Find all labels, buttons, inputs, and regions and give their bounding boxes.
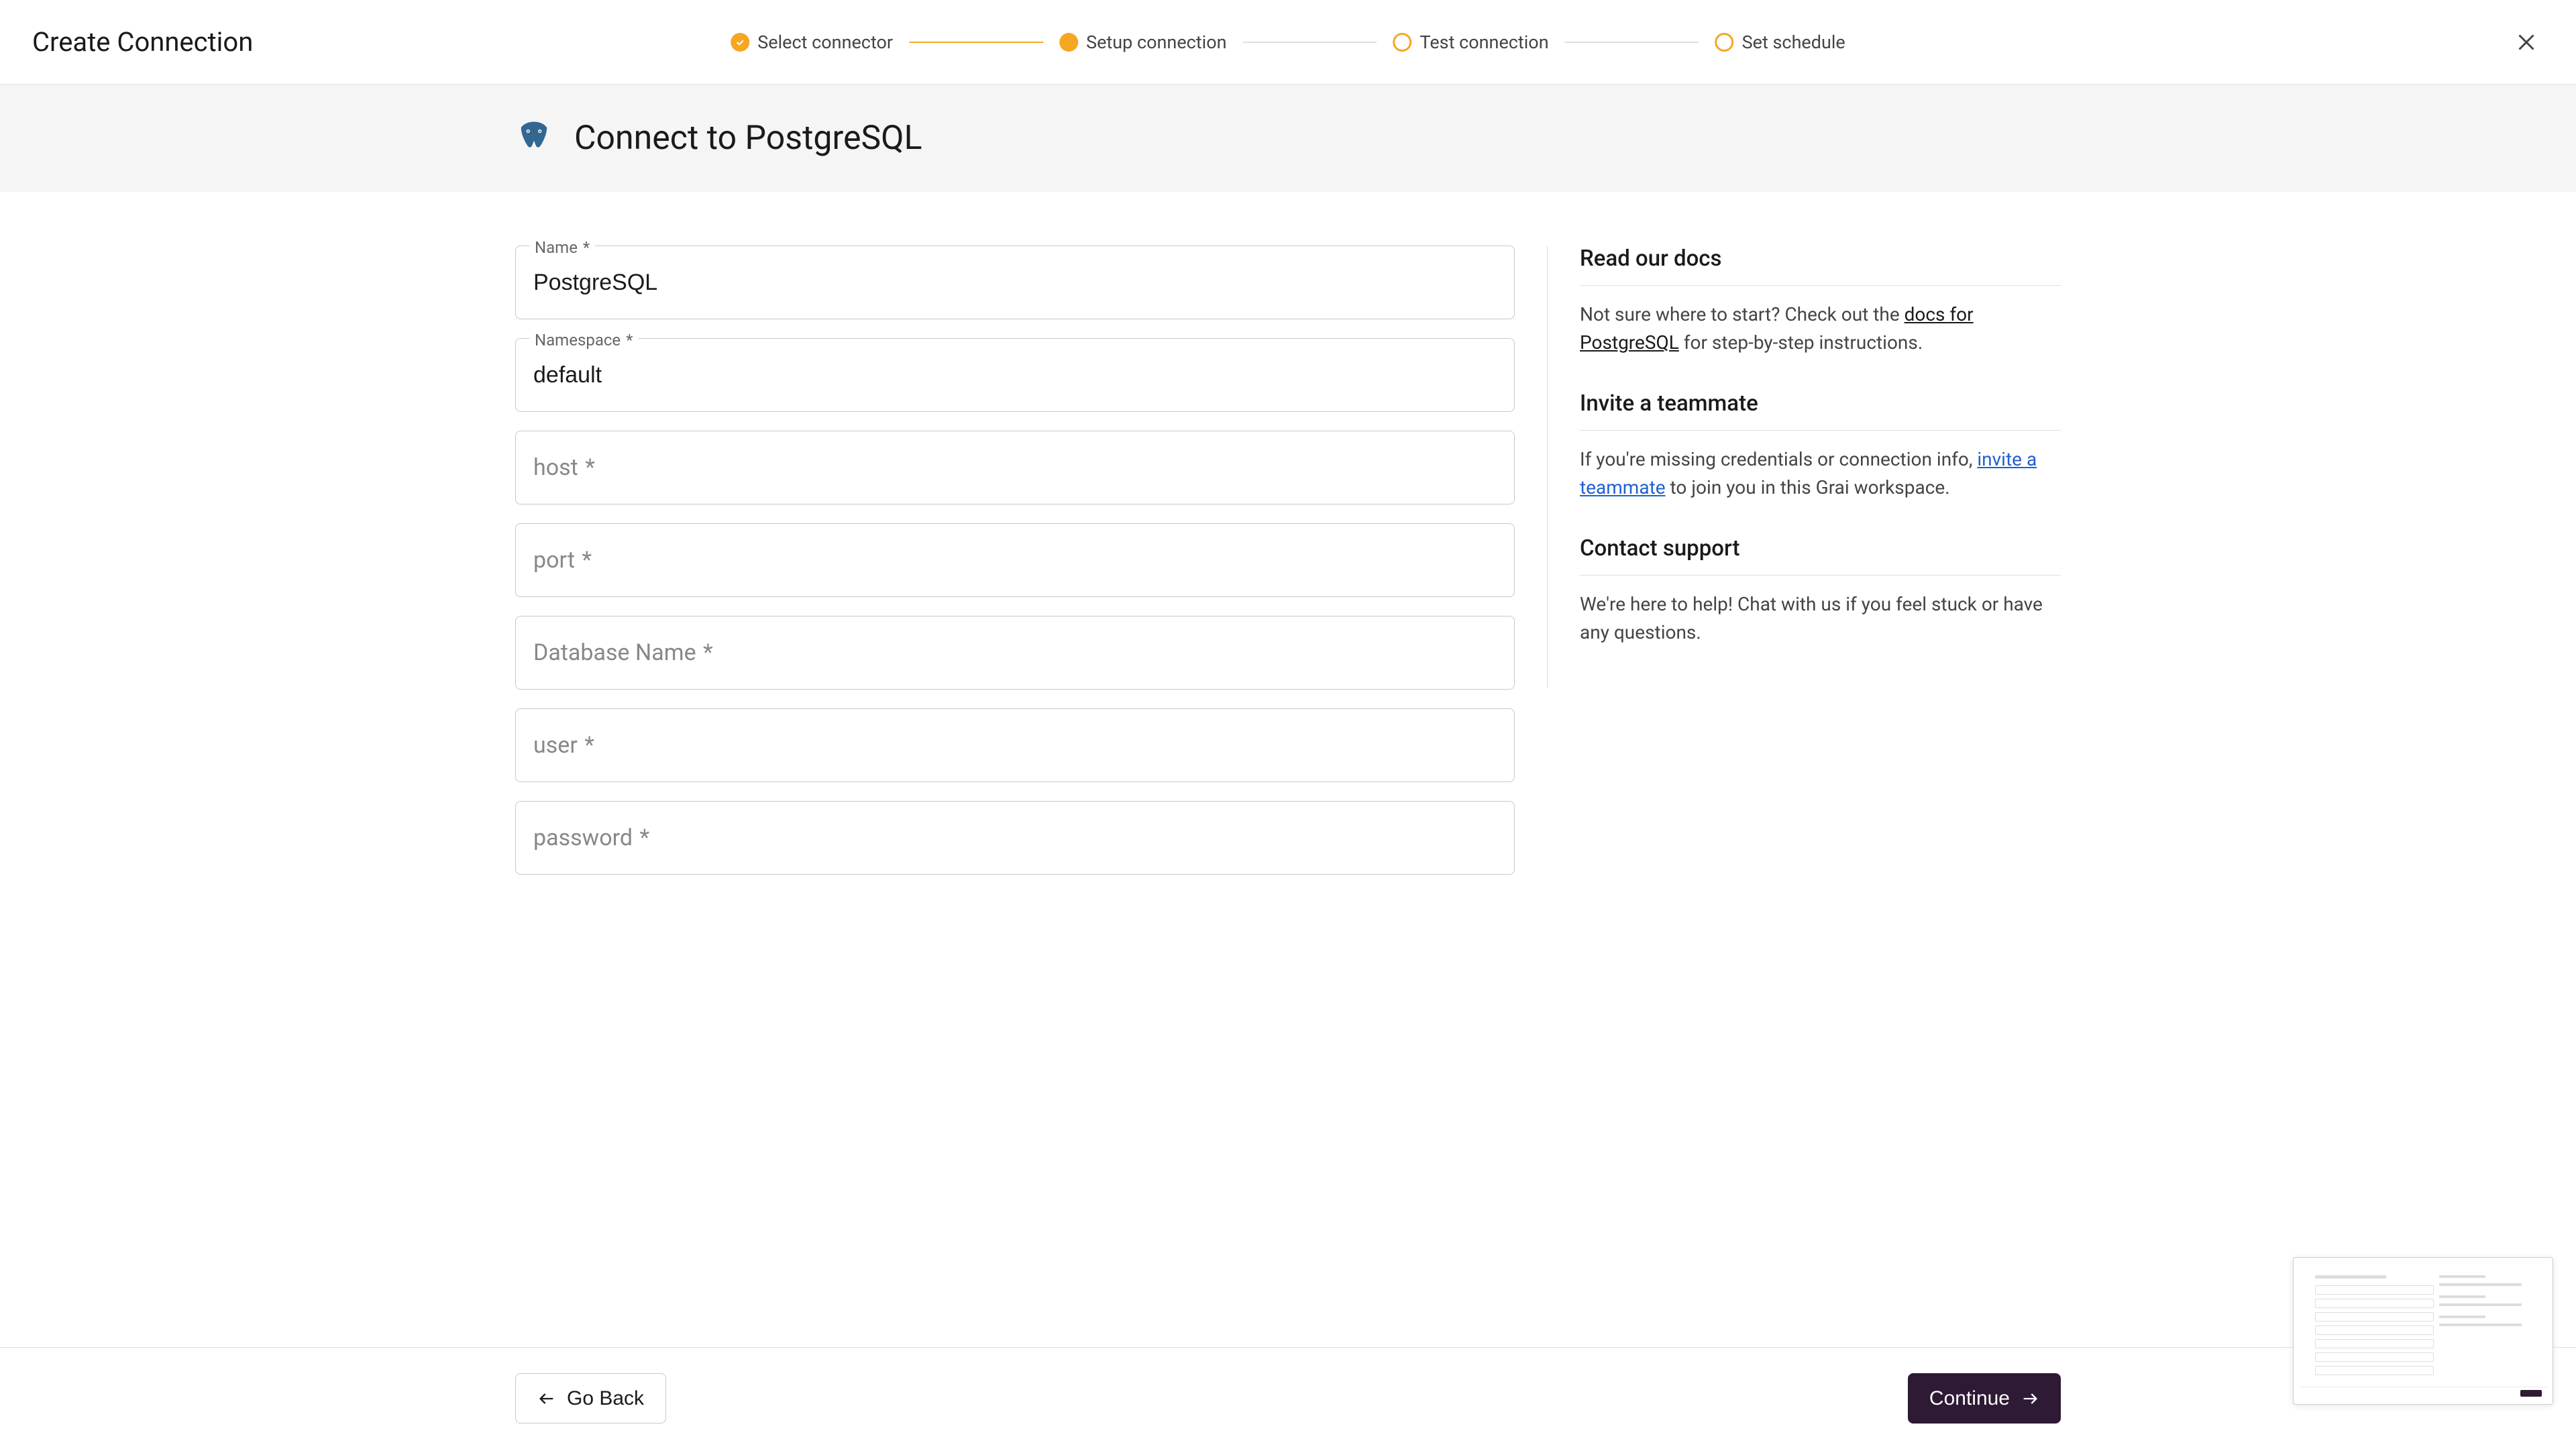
field-name: Name * — [515, 246, 1515, 319]
check-icon — [731, 33, 749, 52]
connector-title: Connect to PostgreSQL — [574, 119, 922, 158]
field-database-name: Database Name * — [515, 616, 1515, 690]
help-heading: Read our docs — [1580, 246, 2061, 286]
footer: Go Back Continue — [0, 1347, 2576, 1449]
preview-thumbnail[interactable] — [2293, 1257, 2553, 1405]
stepper: Select connector Setup connection Test c… — [731, 32, 1845, 53]
step-label: Select connector — [757, 32, 893, 53]
header: Create Connection Select connector Setup… — [0, 0, 2576, 85]
help-support-section: Contact support We're here to help! Chat… — [1580, 535, 2061, 647]
field-label: user * — [533, 732, 594, 759]
step-test-connection: Test connection — [1393, 32, 1549, 53]
help-heading: Contact support — [1580, 535, 2061, 576]
field-host: host * — [515, 431, 1515, 504]
step-dot-icon — [1059, 33, 1078, 52]
form-column: Name * Namespace * host * port * — [515, 246, 1515, 894]
step-connector — [1565, 42, 1699, 43]
field-label: Namespace * — [529, 331, 638, 350]
button-label: Go Back — [567, 1387, 644, 1410]
help-docs-section: Read our docs Not sure where to start? C… — [1580, 246, 2061, 357]
step-circle-icon — [1715, 33, 1734, 52]
field-label: Database Name * — [533, 639, 713, 666]
help-text: We're here to help! Chat with us if you … — [1580, 590, 2061, 647]
main-content: Name * Namespace * host * port * — [0, 192, 2576, 894]
namespace-input[interactable] — [533, 362, 1497, 388]
help-text: Not sure where to start? Check out the d… — [1580, 301, 2061, 357]
arrow-left-icon — [537, 1389, 556, 1408]
step-connector — [909, 42, 1043, 43]
field-label: Name * — [529, 238, 595, 257]
field-user: user * — [515, 708, 1515, 782]
step-select-connector: Select connector — [731, 32, 893, 53]
subheader: Connect to PostgreSQL — [0, 85, 2576, 192]
postgresql-icon — [515, 119, 553, 157]
help-text: If you're missing credentials or connect… — [1580, 445, 2061, 502]
help-invite-section: Invite a teammate If you're missing cred… — [1580, 390, 2061, 502]
name-input[interactable] — [533, 270, 1497, 296]
step-setup-connection: Setup connection — [1059, 32, 1226, 53]
close-button[interactable] — [2509, 25, 2544, 60]
step-label: Setup connection — [1086, 32, 1226, 53]
arrow-right-icon — [2021, 1389, 2039, 1408]
button-label: Continue — [1929, 1387, 2010, 1410]
page-title: Create Connection — [32, 26, 253, 58]
help-column: Read our docs Not sure where to start? C… — [1580, 246, 2061, 894]
column-divider — [1547, 246, 1548, 688]
step-connector — [1243, 42, 1377, 43]
step-label: Set schedule — [1742, 32, 1845, 53]
continue-button[interactable]: Continue — [1908, 1373, 2061, 1424]
field-label: host * — [533, 454, 595, 481]
close-icon — [2514, 30, 2538, 54]
field-port: port * — [515, 523, 1515, 597]
step-set-schedule: Set schedule — [1715, 32, 1845, 53]
field-label: password * — [533, 824, 649, 851]
step-label: Test connection — [1420, 32, 1549, 53]
field-label: port * — [533, 547, 592, 574]
help-heading: Invite a teammate — [1580, 390, 2061, 431]
field-password: password * — [515, 801, 1515, 875]
step-circle-icon — [1393, 33, 1412, 52]
field-namespace: Namespace * — [515, 338, 1515, 412]
go-back-button[interactable]: Go Back — [515, 1373, 666, 1424]
